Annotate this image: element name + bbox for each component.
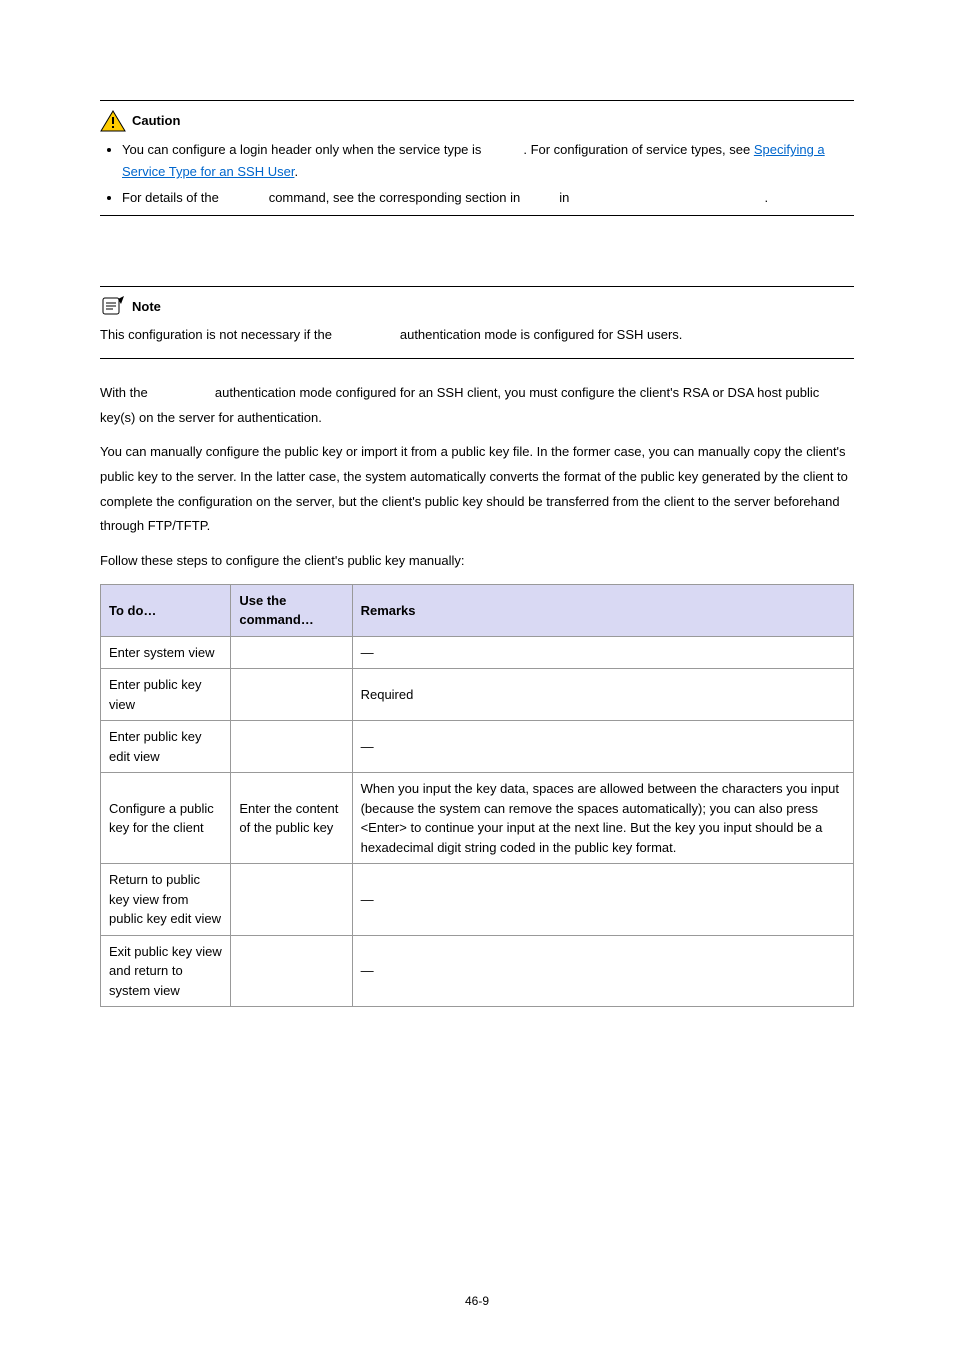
- col-header: Remarks: [352, 584, 853, 636]
- table-row: Configure a public key for the client En…: [101, 773, 854, 864]
- caution-item: You can configure a login header only wh…: [122, 139, 854, 183]
- config-table: To do… Use the command… Remarks Enter sy…: [100, 584, 854, 1008]
- table-header-row: To do… Use the command… Remarks: [101, 584, 854, 636]
- warning-triangle-icon: [100, 109, 126, 133]
- notepad-icon: [100, 295, 126, 317]
- col-header: Use the command…: [231, 584, 352, 636]
- divider: [100, 215, 854, 216]
- table-row: Enter public key view public-key peer ke…: [101, 669, 854, 721]
- table-row: Enter system view system-view —: [101, 636, 854, 669]
- paragraph: You can manually configure the public ke…: [100, 440, 854, 539]
- table-row: Return to public key view from public ke…: [101, 864, 854, 936]
- divider: [100, 100, 854, 101]
- note-text: This configuration is not necessary if t…: [100, 323, 854, 348]
- table-row: Exit public key view and return to syste…: [101, 935, 854, 1007]
- divider: [100, 286, 854, 287]
- caution-item: For details of the header command, see t…: [122, 187, 854, 209]
- note-header: Note: [100, 295, 854, 317]
- page-number: 46-9: [0, 1292, 954, 1310]
- caution-header: Caution: [100, 109, 854, 133]
- section-heading: Configuring the Public Key of a Client o…: [100, 246, 854, 270]
- caution-title: Caution: [132, 111, 180, 131]
- page-container: Caution You can configure a login header…: [0, 0, 954, 1350]
- col-header: To do…: [101, 584, 231, 636]
- paragraph: Follow these steps to configure the clie…: [100, 549, 854, 574]
- table-row: Enter public key edit view public-key-co…: [101, 721, 854, 773]
- paragraph: With the publickey authentication mode c…: [100, 381, 854, 430]
- table-body: Enter system view system-view — Enter pu…: [101, 636, 854, 1007]
- caution-block: Caution You can configure a login header…: [100, 100, 854, 216]
- note-block: Note This configuration is not necessary…: [100, 286, 854, 359]
- note-title: Note: [132, 297, 161, 317]
- caution-list: You can configure a login header only wh…: [100, 139, 854, 209]
- divider: [100, 358, 854, 359]
